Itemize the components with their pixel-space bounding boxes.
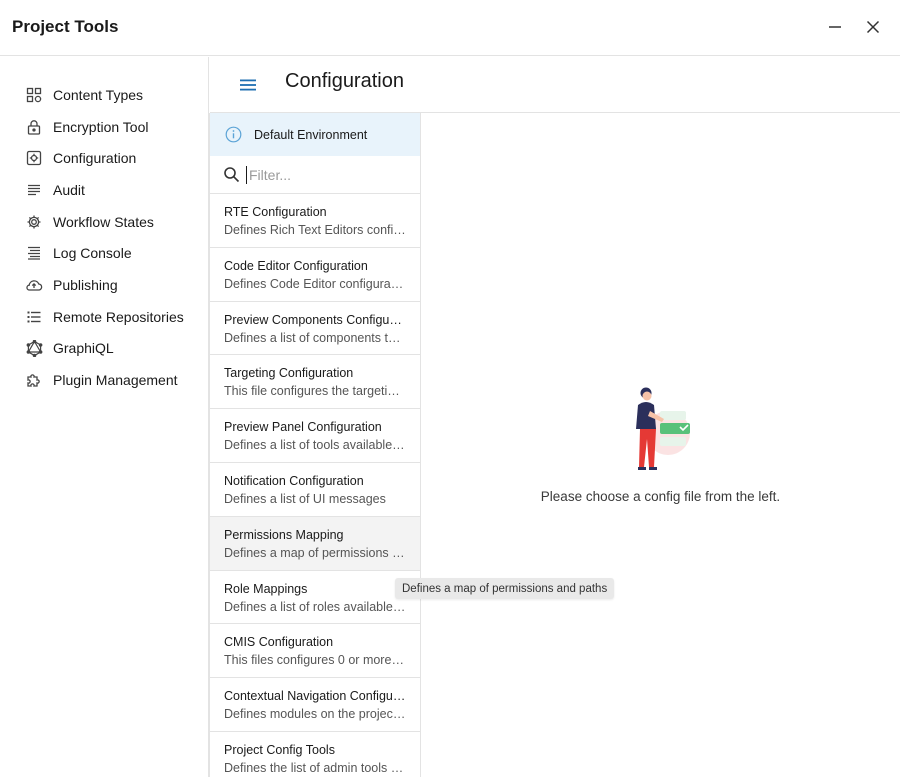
close-icon — [866, 20, 880, 34]
config-file-list: RTE Configuration Defines Rich Text Edito… — [210, 194, 420, 777]
person-choosing-illustration — [636, 387, 690, 470]
environment-banner: Default Environment — [210, 113, 420, 156]
repository-list-icon — [25, 308, 43, 326]
empty-state-message: Please choose a config file from the lef… — [540, 489, 781, 504]
config-item-description: Defines modules on the project c… — [224, 707, 406, 722]
sidebar-item-label: Log Console — [53, 245, 132, 262]
config-item-description: Defines a map of permissions an… — [224, 545, 406, 560]
hamburger-menu-icon — [240, 79, 256, 91]
info-icon — [224, 126, 242, 144]
config-item-title: Permissions Mapping — [224, 527, 344, 542]
sidebar-item-label: Workflow States — [53, 213, 154, 230]
config-item-description: Defines the list of admin tools av… — [224, 760, 406, 775]
filter-input[interactable] — [246, 165, 406, 184]
config-item-title: RTE Configuration — [224, 205, 327, 219]
empty-state-panel: Please choose a config file from the lef… — [421, 113, 900, 777]
title-bar: Project Tools — [0, 0, 900, 56]
sidebar-item-label: Publishing — [53, 276, 118, 293]
menu-toggle-button[interactable] — [236, 73, 260, 97]
sidebar-item-label: Configuration — [53, 150, 137, 167]
lock-icon — [25, 118, 43, 136]
sidebar-item-graphiql[interactable]: GraphiQL — [0, 333, 208, 365]
config-item-description: This files configures 0 or more CM… — [224, 653, 406, 668]
sidebar-item-label: Content Types — [53, 86, 144, 103]
sidebar-item-content-types[interactable]: Content Types — [0, 79, 208, 111]
config-item-title: Role Mappings — [224, 581, 308, 596]
graphql-icon — [25, 339, 43, 357]
config-list-panel: Default Environment RTE Configuration Def… — [209, 113, 421, 777]
close-button[interactable] — [862, 16, 884, 38]
config-list-item[interactable]: Role Mappings Defines a list of roles ava… — [210, 571, 420, 625]
tools-sidebar: Content Types Encryption Tool Configurat… — [0, 57, 209, 777]
config-item-description: This file configures the targeting … — [224, 384, 406, 399]
filter-bar — [210, 156, 420, 194]
cloud-upload-icon — [25, 276, 43, 294]
sidebar-item-plugin-management[interactable]: Plugin Management — [0, 364, 208, 396]
config-item-title: Preview Components Configuration — [224, 312, 406, 327]
sidebar-item-workflow-states[interactable]: Workflow States — [0, 206, 208, 238]
gear-icon — [25, 213, 43, 231]
config-item-description: Defines a list of roles available in … — [224, 599, 406, 614]
config-item-description: Defines a list of components that … — [224, 330, 406, 345]
sidebar-item-log-console[interactable]: Log Console — [0, 237, 208, 269]
sidebar-item-remote-repositories[interactable]: Remote Repositories — [0, 301, 208, 333]
configuration-header: Configuration — [210, 57, 900, 113]
sidebar-item-configuration[interactable]: Configuration — [0, 142, 208, 174]
sidebar-item-publishing[interactable]: Publishing — [0, 269, 208, 301]
config-item-title: Targeting Configuration — [224, 366, 354, 381]
config-list-item[interactable]: Contextual Navigation Configurat… Defines… — [210, 678, 420, 732]
audit-list-icon — [25, 181, 43, 199]
environment-label: Default Environment — [254, 127, 368, 142]
app-title: Project Tools — [12, 17, 119, 36]
config-list-item[interactable]: Permissions Mapping Defines a map of perm… — [210, 516, 420, 571]
config-item-description: Defines Rich Text Editors configur… — [224, 223, 406, 237]
config-item-description: Defines a list of UI messages — [224, 491, 386, 506]
configuration-icon — [25, 149, 43, 167]
config-item-title: Notification Configuration — [224, 473, 364, 488]
sidebar-item-label: Plugin Management — [53, 372, 178, 389]
config-list-item[interactable]: Preview Panel Configuration Defines a lis… — [210, 409, 420, 463]
config-list-item[interactable]: Preview Components Configuration Defines … — [210, 302, 420, 356]
config-item-title: CMIS Configuration — [224, 635, 334, 650]
page-title: Configuration — [285, 70, 404, 92]
search-icon — [222, 166, 240, 184]
config-list-item[interactable]: RTE Configuration Defines Rich Text Edito… — [210, 194, 420, 248]
sidebar-item-encryption-tool[interactable]: Encryption Tool — [0, 111, 208, 143]
config-item-title: Project Config Tools — [224, 742, 335, 757]
sidebar-item-audit[interactable]: Audit — [0, 174, 208, 206]
minimize-button[interactable] — [824, 16, 846, 38]
sidebar-item-label: Remote Repositories — [53, 308, 184, 325]
log-lines-icon — [25, 244, 43, 262]
sidebar-item-label: GraphiQL — [53, 340, 114, 357]
config-item-description: Defines a list of tools available in … — [224, 438, 406, 453]
tooltip: Defines a map of permissions and paths — [395, 578, 615, 599]
puzzle-icon — [25, 371, 43, 389]
config-item-description: Defines Code Editor configurations — [224, 276, 406, 291]
config-item-title: Preview Panel Configuration — [224, 420, 382, 435]
sidebar-item-label: Audit — [53, 181, 85, 198]
minimize-icon — [829, 26, 841, 28]
config-list-item[interactable]: Notification Configuration Defines a list… — [210, 463, 420, 517]
config-list-item[interactable]: Code Editor Configuration Defines Code Ed… — [210, 248, 420, 302]
tools-nav-list: Content Types Encryption Tool Configurat… — [0, 57, 208, 396]
config-item-title: Contextual Navigation Configurat… — [224, 689, 406, 704]
sidebar-item-label: Encryption Tool — [53, 118, 149, 135]
config-item-title: Code Editor Configuration — [224, 258, 368, 273]
config-list-item[interactable]: Targeting Configuration This file configu… — [210, 355, 420, 410]
config-list-item[interactable]: CMIS Configuration This files configures … — [210, 624, 420, 679]
content-types-icon — [25, 86, 43, 104]
config-list-item[interactable]: Project Config Tools Defines the list of … — [210, 732, 420, 777]
